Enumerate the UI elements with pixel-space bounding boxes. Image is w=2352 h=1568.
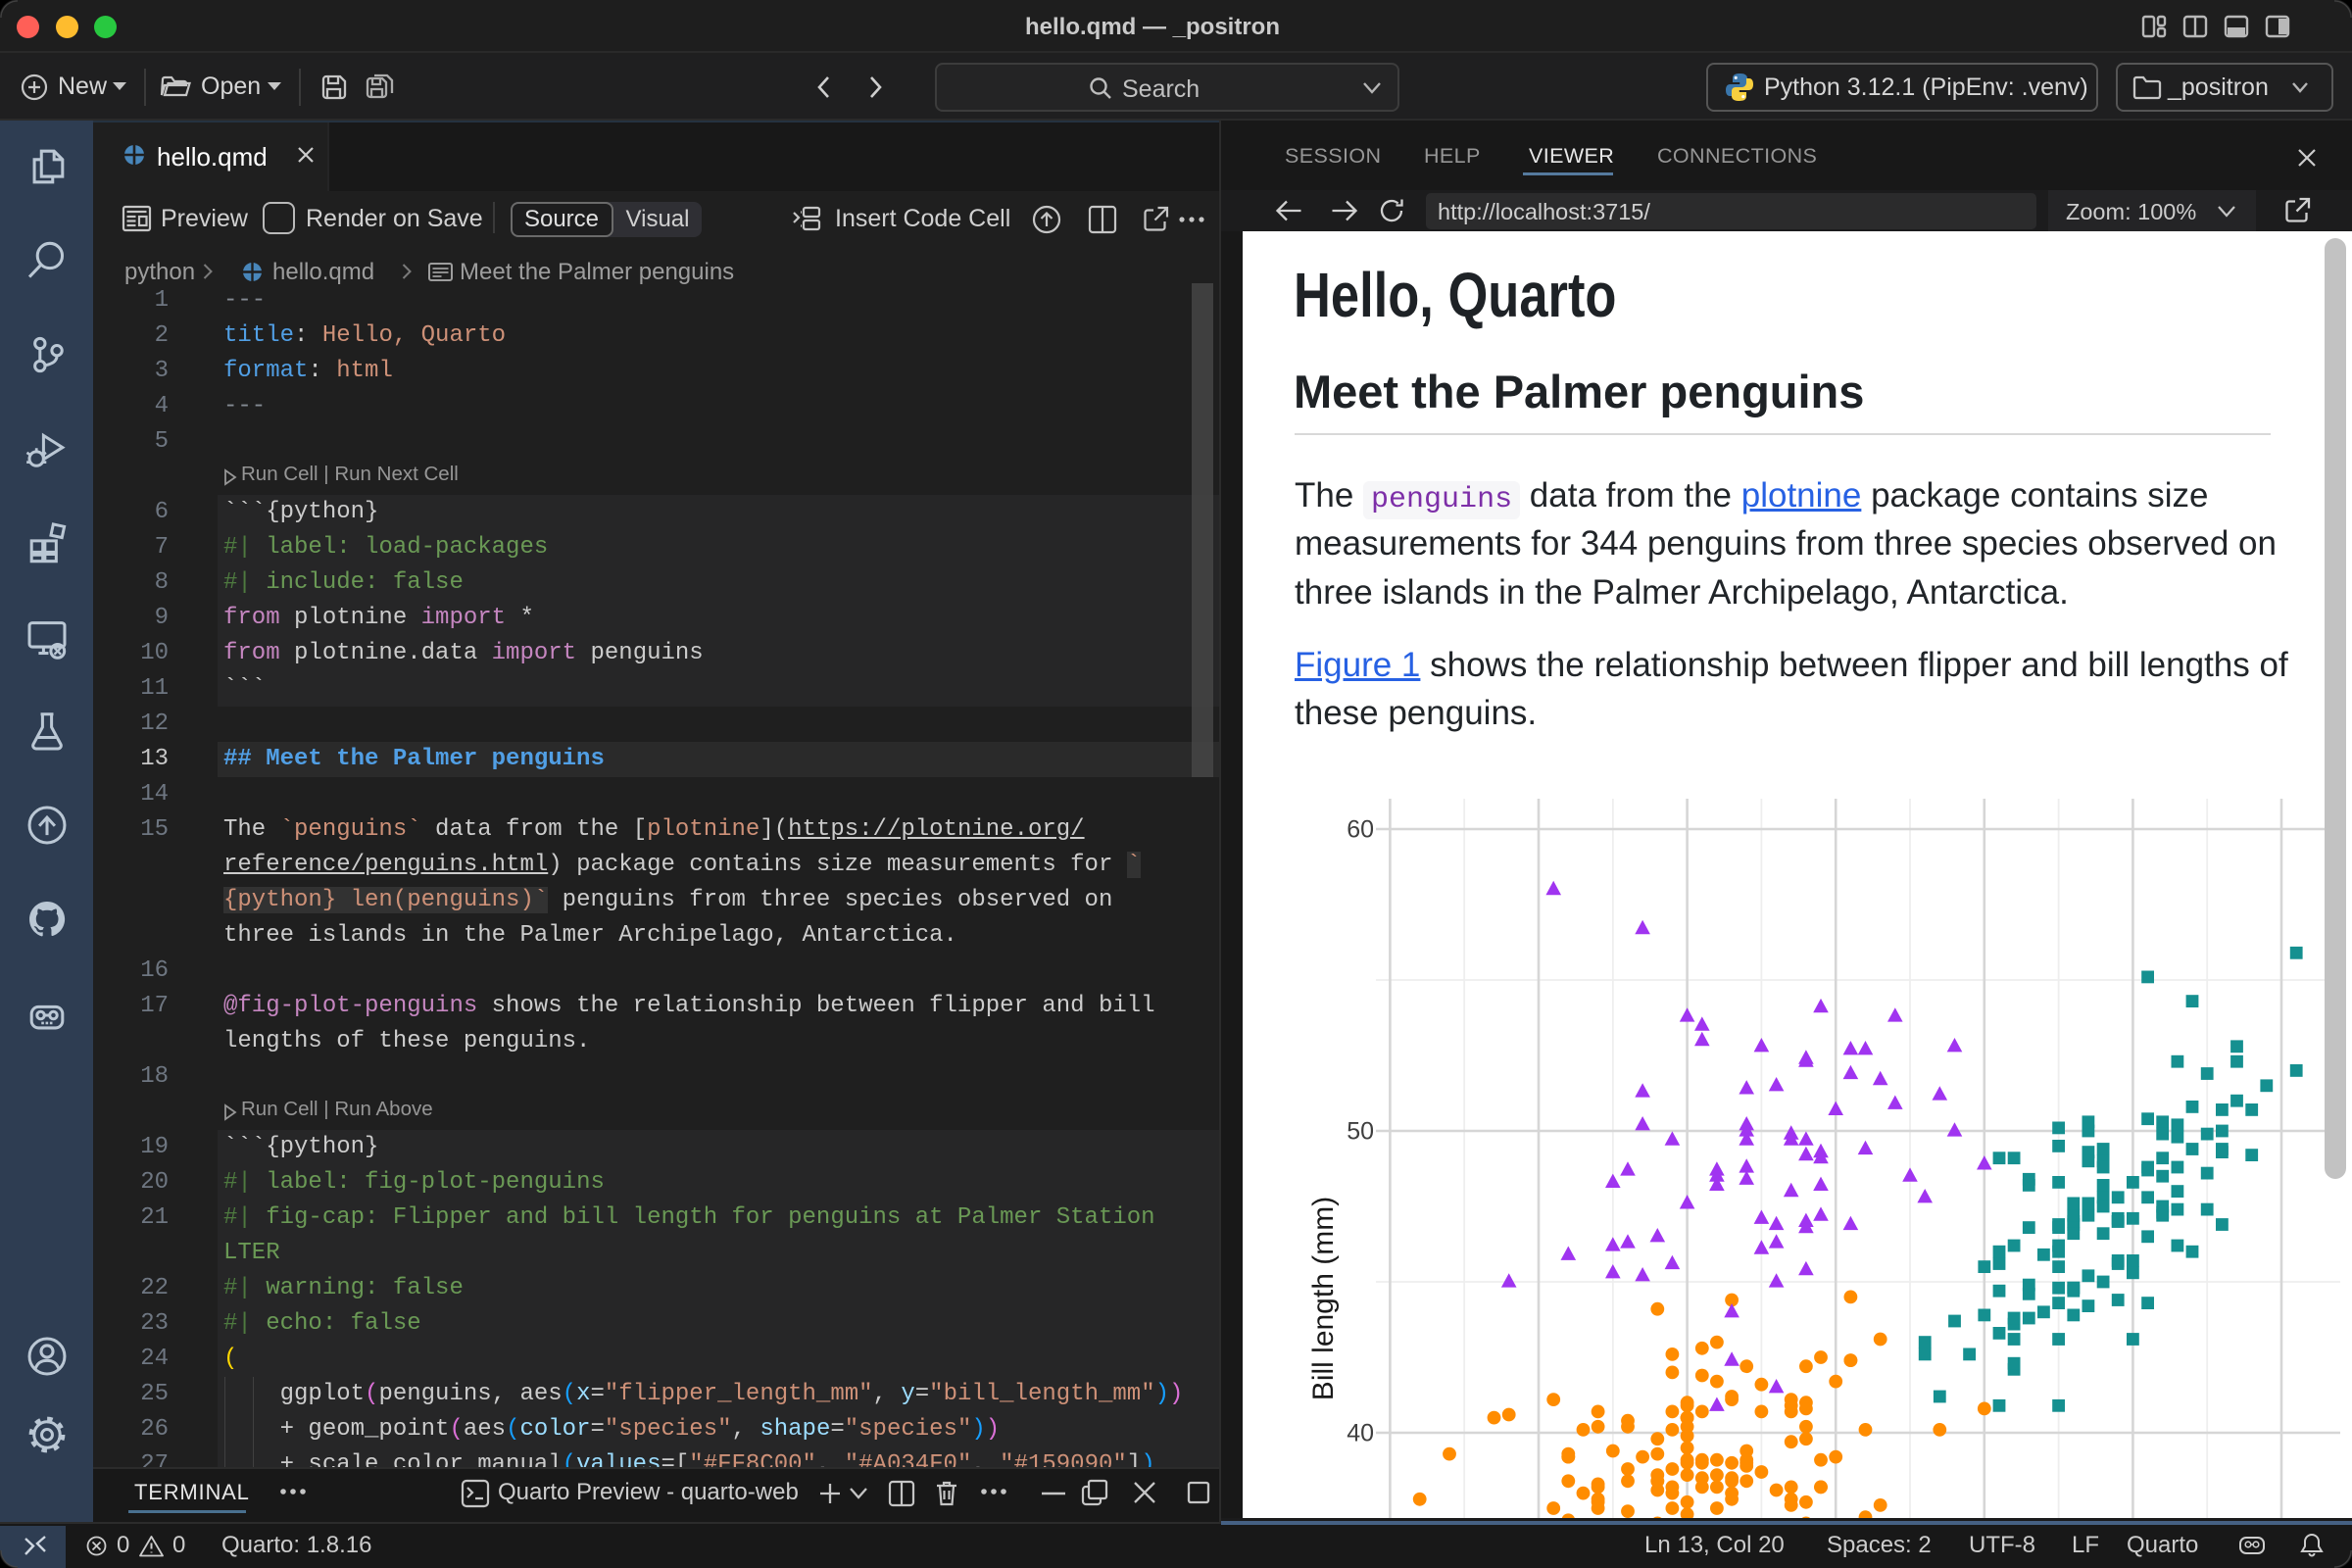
svg-text:50: 50 [1347,1118,1374,1146]
svg-text:Bill length (mm): Bill length (mm) [1307,1197,1340,1400]
svg-text:40: 40 [1347,1420,1374,1447]
svg-text:60: 60 [1347,816,1374,844]
